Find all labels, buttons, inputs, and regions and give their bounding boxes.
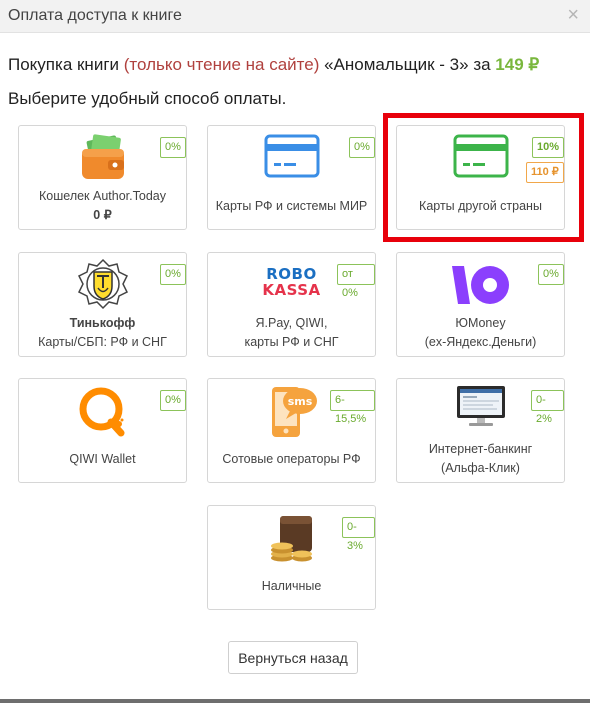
fee-badge: 0%	[160, 264, 186, 285]
payment-method-rf-cards[interactable]: 0% Карты РФ и системы МИР	[207, 125, 376, 230]
wallet-icon	[81, 134, 124, 179]
method-label: Карты/СБП: РФ и СНГ	[38, 335, 167, 349]
yoomoney-logo	[451, 266, 509, 304]
payment-method-yoomoney[interactable]: 0% ЮMoney (ex-Яндекс.Деньги)	[396, 252, 565, 357]
payment-method-robokassa[interactable]: ROBO KASSA от 0% Я.Pay, QIWI, карты РФ и…	[207, 252, 376, 357]
fee-badge: 0-2%	[531, 390, 564, 425]
fee-badge: 0%	[160, 137, 186, 158]
dialog-header: Оплата доступа к книге ×	[0, 0, 590, 33]
surcharge-badge: 110 ₽	[526, 162, 564, 183]
cash-wallet-icon	[270, 516, 312, 562]
fee-badge: 6-15,5%	[330, 390, 375, 425]
payment-method-mobile[interactable]: sms 6-15,5% Сотовые операторы РФ	[207, 378, 376, 483]
payment-method-tinkoff[interactable]: Тинькофф 0% Карты/СБП: РФ и СНГ	[18, 252, 187, 357]
instruction-text: Выберите удобный способ оплаты.	[8, 89, 287, 108]
method-label: Кошелек Author.Today	[39, 189, 166, 203]
purchase-mode: (только чтение на сайте)	[123, 55, 320, 74]
qiwi-logo	[79, 387, 124, 437]
dialog-bottom-border	[0, 699, 590, 703]
svg-text:sms: sms	[287, 395, 312, 408]
monitor-icon	[456, 386, 505, 426]
wallet-balance: 0 ₽	[93, 208, 112, 222]
method-label: Сотовые операторы РФ	[222, 452, 361, 466]
fee-badge: 0%	[349, 137, 375, 158]
robokassa-logo: ROBO KASSA	[262, 265, 321, 299]
sms-phone-icon: sms	[271, 387, 317, 437]
tinkoff-logo	[77, 258, 128, 310]
purchase-description: Покупка книги (только чтение на сайте) «…	[8, 55, 539, 75]
payment-method-cash[interactable]: 0-3% Наличные	[207, 505, 376, 610]
bank-name: Тинькофф	[69, 316, 136, 330]
fee-badge: 0%	[538, 264, 564, 285]
method-label-line2: карты РФ и СНГ	[244, 335, 339, 349]
book-title: «Аномальщик - 3» за	[319, 55, 496, 74]
bank-card-icon	[453, 134, 508, 178]
method-label-line2: (ex-Яндекс.Деньги)	[424, 335, 537, 349]
method-label-line2: (Альфа-Клик)	[441, 461, 520, 475]
payment-method-internet-banking[interactable]: 0-2% Интернет-банкинг (Альфа-Клик)	[396, 378, 565, 483]
method-label: Карты другой страны	[419, 199, 542, 213]
method-label: QIWI Wallet	[69, 452, 136, 466]
method-label-line1: Интернет-банкинг	[428, 442, 533, 456]
book-price: 149 ₽	[495, 55, 540, 74]
fee-badge: 0%	[160, 390, 186, 411]
payment-method-authortoday-wallet[interactable]: 0% Кошелек Author.Today 0 ₽	[18, 125, 187, 230]
purchase-prefix: Покупка книги	[8, 55, 124, 74]
dialog-title: Оплата доступа к книге	[8, 7, 182, 24]
method-label-line1: ЮMoney	[455, 316, 506, 330]
method-label: Наличные	[261, 579, 322, 593]
payment-method-foreign-cards[interactable]: 10% 110 ₽ Карты другой страны	[396, 125, 565, 230]
method-label-line1: Я.Pay, QIWI,	[255, 316, 328, 330]
bank-card-icon	[264, 134, 319, 178]
fee-badge: от 0%	[337, 264, 375, 299]
method-label: Карты РФ и системы МИР	[215, 199, 368, 213]
close-icon[interactable]: ×	[567, 4, 579, 26]
payment-method-qiwi[interactable]: 0% QIWI Wallet	[18, 378, 187, 483]
back-button[interactable]: Вернуться назад	[228, 641, 358, 674]
fee-badge: 0-3%	[342, 517, 375, 552]
fee-badge: 10%	[532, 137, 565, 158]
